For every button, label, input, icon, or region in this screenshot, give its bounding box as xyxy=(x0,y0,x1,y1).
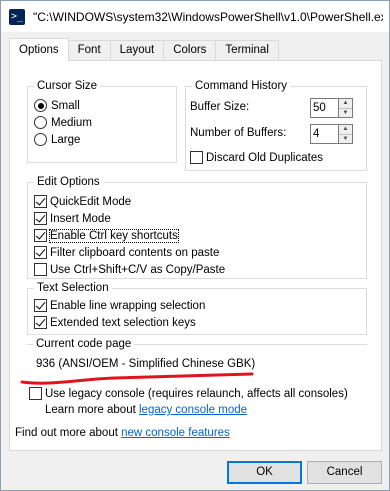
discard-duplicates-label: Discard Old Duplicates xyxy=(206,151,323,164)
find-out-more: Find out more about new console features xyxy=(15,427,230,439)
cursor-large-option[interactable]: Large xyxy=(34,133,80,146)
cursor-medium-radio[interactable] xyxy=(34,116,47,129)
code-page-title: Current code page xyxy=(33,337,135,351)
ctrl-shortcuts-checkbox[interactable] xyxy=(34,229,47,242)
num-buffers-spin-buttons: ▲ ▼ xyxy=(338,124,353,144)
discard-duplicates-checkbox[interactable] xyxy=(190,151,203,164)
legacy-console-label: Use legacy console (requires relaunch, a… xyxy=(45,387,348,400)
filter-clipboard-checkbox[interactable] xyxy=(34,246,47,259)
text-selection-group: Text Selection Enable line wrapping sele… xyxy=(27,281,367,335)
extended-keys-checkbox[interactable] xyxy=(34,316,47,329)
cursor-medium-label: Medium xyxy=(51,116,92,129)
filter-clipboard-label: Filter clipboard contents on paste xyxy=(50,246,220,259)
ctrl-shift-cv-option[interactable]: Use Ctrl+Shift+C/V as Copy/Paste xyxy=(34,263,225,276)
title-bar[interactable]: >_ "C:\WINDOWS\system32\WindowsPowerShel… xyxy=(1,1,389,32)
text-selection-title: Text Selection xyxy=(34,281,112,295)
num-buffers-label: Number of Buffers: xyxy=(190,127,287,139)
ctrl-shortcuts-option[interactable]: Enable Ctrl key shortcuts xyxy=(34,228,179,243)
tab-colors[interactable]: Colors xyxy=(163,40,217,61)
command-history-group: Command History Buffer Size: 50 ▲ ▼ Numb… xyxy=(185,79,367,171)
quickedit-checkbox[interactable] xyxy=(34,195,47,208)
num-buffers-input[interactable]: 4 xyxy=(310,124,338,144)
tab-options[interactable]: Options xyxy=(9,38,69,61)
ctrl-shift-cv-label: Use Ctrl+Shift+C/V as Copy/Paste xyxy=(50,263,226,276)
new-console-features-link[interactable]: new console features xyxy=(121,427,230,439)
quickedit-option[interactable]: QuickEdit Mode xyxy=(34,195,131,208)
powershell-icon: >_ xyxy=(9,8,25,25)
buffer-size-input[interactable]: 50 xyxy=(310,98,338,118)
extended-keys-label: Extended text selection keys xyxy=(50,316,196,329)
tab-layout[interactable]: Layout xyxy=(109,40,165,61)
num-buffers-down-icon[interactable]: ▼ xyxy=(339,133,352,143)
tab-terminal[interactable]: Terminal xyxy=(215,40,279,61)
buffer-size-label: Buffer Size: xyxy=(190,101,250,113)
ok-button[interactable]: OK xyxy=(227,461,302,484)
legacy-console-option[interactable]: Use legacy console (requires relaunch, a… xyxy=(29,387,348,400)
ctrl-shift-cv-checkbox[interactable] xyxy=(34,263,47,276)
edit-options-title: Edit Options xyxy=(34,175,103,189)
cursor-size-title: Cursor Size xyxy=(34,79,101,93)
cursor-large-label: Large xyxy=(51,133,81,146)
cursor-large-radio[interactable] xyxy=(34,133,47,146)
cancel-button[interactable]: Cancel xyxy=(307,461,382,484)
insert-mode-option[interactable]: Insert Mode xyxy=(34,212,111,225)
buffer-size-stepper[interactable]: 50 ▲ ▼ xyxy=(310,98,353,118)
legacy-learn-more: Learn more about legacy console mode xyxy=(45,404,247,416)
window-title: "C:\WINDOWS\system32\WindowsPowerShell\v… xyxy=(33,9,383,24)
command-history-title: Command History xyxy=(192,79,291,93)
line-wrapping-label: Enable line wrapping selection xyxy=(50,299,206,312)
quickedit-label: QuickEdit Mode xyxy=(50,195,132,208)
insert-mode-checkbox[interactable] xyxy=(34,212,47,225)
ctrl-shortcuts-label: Enable Ctrl key shortcuts xyxy=(49,228,179,243)
legacy-console-checkbox[interactable] xyxy=(29,387,42,400)
cursor-small-option[interactable]: Small xyxy=(34,99,80,112)
num-buffers-stepper[interactable]: 4 ▲ ▼ xyxy=(310,124,353,144)
cursor-medium-option[interactable]: Medium xyxy=(34,116,92,129)
extended-keys-option[interactable]: Extended text selection keys xyxy=(34,316,196,329)
buffer-size-down-icon[interactable]: ▼ xyxy=(339,107,352,117)
legacy-learn-prefix: Learn more about xyxy=(45,404,136,416)
discard-duplicates-option[interactable]: Discard Old Duplicates xyxy=(190,151,323,164)
num-buffers-up-icon[interactable]: ▲ xyxy=(339,125,352,134)
line-wrapping-option[interactable]: Enable line wrapping selection xyxy=(34,299,205,312)
cursor-small-radio[interactable] xyxy=(34,99,47,112)
tab-strip: Options Font Layout Colors Terminal xyxy=(9,38,279,61)
insert-mode-label: Insert Mode xyxy=(50,212,111,225)
cursor-size-group: Cursor Size Small Medium Large xyxy=(27,79,177,163)
find-out-prefix: Find out more about xyxy=(15,427,118,439)
edit-options-group: Edit Options QuickEdit Mode Insert Mode … xyxy=(27,175,367,279)
line-wrapping-checkbox[interactable] xyxy=(34,299,47,312)
buffer-size-up-icon[interactable]: ▲ xyxy=(339,99,352,108)
properties-window: >_ "C:\WINDOWS\system32\WindowsPowerShel… xyxy=(0,0,390,491)
code-page-value: 936 (ANSI/OEM - Simplified Chinese GBK) xyxy=(36,358,256,370)
cursor-small-label: Small xyxy=(51,99,80,112)
buffer-size-spin-buttons: ▲ ▼ xyxy=(338,98,353,118)
tab-font[interactable]: Font xyxy=(67,40,111,61)
filter-clipboard-option[interactable]: Filter clipboard contents on paste xyxy=(34,246,219,259)
options-panel: Cursor Size Small Medium Large Command H… xyxy=(9,60,382,451)
legacy-console-link[interactable]: legacy console mode xyxy=(139,404,247,416)
